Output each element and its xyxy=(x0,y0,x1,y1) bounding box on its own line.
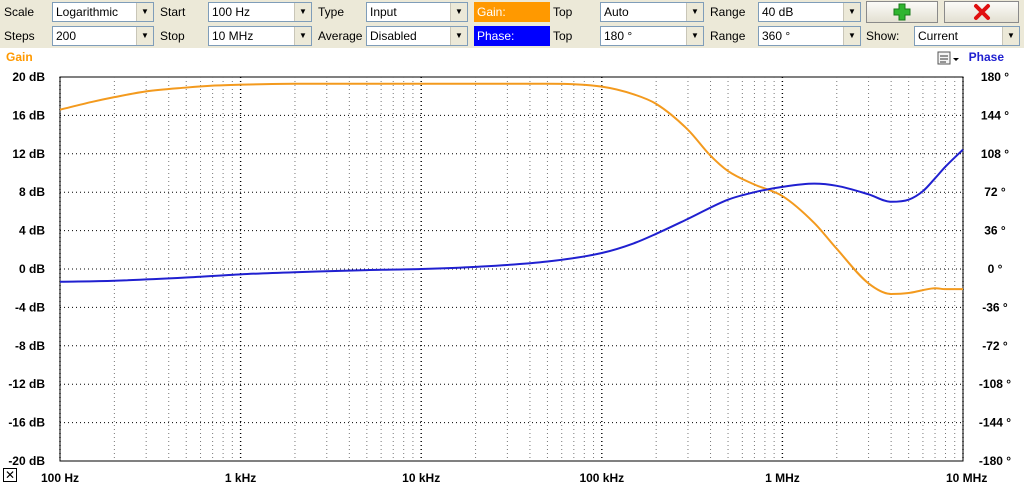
plot-svg[interactable]: Gain Phase 20 dB 16 dB 12 dB 8 dB 4 dB 0 dB -4… xyxy=(0,48,1024,490)
gain-axis-ticks: 20 dB 16 dB 12 dB 8 dB 4 dB 0 dB -4 dB -8 dB -12… xyxy=(8,70,45,468)
phase-tick-label: -180 ° xyxy=(979,454,1011,468)
plus-icon xyxy=(893,3,911,21)
gain-tick-label: -12 dB xyxy=(8,377,45,391)
gain-tick-label: -8 dB xyxy=(15,339,45,353)
phase-range-select[interactable]: 360 ° ▼ xyxy=(758,26,861,46)
gain-axis-label: Gain xyxy=(6,50,33,64)
gain-tick-label: 12 dB xyxy=(12,147,45,161)
options-menu-icon[interactable] xyxy=(937,51,959,65)
phase-top-select[interactable]: 180 ° ▼ xyxy=(600,26,704,46)
gain-tick-label: 20 dB xyxy=(12,70,45,84)
phase-tick-label: 0 ° xyxy=(988,262,1003,276)
chevron-down-icon[interactable]: ▼ xyxy=(136,27,153,45)
phase-tick-label: 144 ° xyxy=(981,108,1009,122)
phase-tick-label: -108 ° xyxy=(979,377,1011,391)
gain-tick-label: -4 dB xyxy=(15,300,45,314)
chevron-down-icon[interactable]: ▼ xyxy=(686,3,703,21)
gain-top-label: Top xyxy=(553,5,573,19)
x-icon xyxy=(973,4,990,20)
phase-tick-label: 180 ° xyxy=(981,70,1009,84)
chevron-down-icon[interactable]: ▼ xyxy=(1002,27,1019,45)
frequency-tick-label: 100 Hz xyxy=(41,471,79,485)
close-icon[interactable]: ✕ xyxy=(3,468,17,482)
gain-tick-label: 16 dB xyxy=(12,108,45,122)
show-label: Show: xyxy=(866,29,900,43)
phase-trace xyxy=(59,148,964,283)
average-select[interactable]: Disabled ▼ xyxy=(366,26,468,46)
phase-range-label: Range xyxy=(710,29,746,43)
frequency-tick-label: 1 kHz xyxy=(225,471,256,485)
scale-select[interactable]: Logarithmic ▼ xyxy=(52,2,154,22)
type-label: Type xyxy=(318,5,345,19)
stop-label: Stop xyxy=(160,29,185,43)
phase-tick-label: -36 ° xyxy=(982,300,1008,314)
gain-tick-label: 0 dB xyxy=(19,262,45,276)
frequency-tick-label: 1 MHz xyxy=(765,471,800,485)
gain-tick-label: -20 dB xyxy=(8,454,45,468)
chevron-down-icon[interactable]: ▼ xyxy=(136,3,153,21)
phase-tick-label: -144 ° xyxy=(979,416,1011,430)
frequency-tick-label: 10 MHz xyxy=(946,471,987,485)
gain-range-label: Range xyxy=(710,5,746,19)
phase-color-swatch[interactable]: Phase: xyxy=(474,26,550,46)
phase-tick-label: 108 ° xyxy=(981,147,1009,161)
frequency-tick-label: 10 kHz xyxy=(402,471,440,485)
type-select[interactable]: Input ▼ xyxy=(366,2,468,22)
gain-tick-label: 4 dB xyxy=(19,224,45,238)
phase-tick-label: -72 ° xyxy=(982,339,1008,353)
chevron-down-icon[interactable]: ▼ xyxy=(843,3,860,21)
phase-axis-label: Phase xyxy=(969,50,1005,64)
frequency-axis-ticks: 100 Hz 1 kHz 10 kHz 100 kHz 1 MHz 10 MHz xyxy=(41,471,987,485)
add-button[interactable] xyxy=(866,1,938,23)
stop-select[interactable]: 10 MHz ▼ xyxy=(208,26,312,46)
gain-top-select[interactable]: Auto ▼ xyxy=(600,2,704,22)
start-label: Start xyxy=(160,5,186,19)
grid xyxy=(59,76,964,462)
show-select[interactable]: Current ▼ xyxy=(914,26,1020,46)
phase-tick-label: 36 ° xyxy=(984,224,1006,238)
traces xyxy=(59,82,964,295)
gain-color-swatch[interactable]: Gain: xyxy=(474,2,550,22)
plot-frame xyxy=(59,76,964,462)
gain-range-select[interactable]: 40 dB ▼ xyxy=(758,2,861,22)
phase-axis-ticks: 180 ° 144 ° 108 ° 72 ° 36 ° 0 ° -36 ° -72 ° -108… xyxy=(979,70,1011,468)
frequency-tick-label: 100 kHz xyxy=(579,471,624,485)
scale-label: Scale xyxy=(4,5,35,19)
gain-tick-label: -16 dB xyxy=(8,416,45,430)
chevron-down-icon[interactable]: ▼ xyxy=(450,27,467,45)
chevron-down-icon[interactable]: ▼ xyxy=(294,27,311,45)
chevron-down-icon[interactable]: ▼ xyxy=(843,27,860,45)
delete-button[interactable] xyxy=(944,1,1019,23)
average-label: Average xyxy=(318,29,363,43)
chevron-down-icon[interactable]: ▼ xyxy=(686,27,703,45)
chevron-down-icon[interactable]: ▼ xyxy=(294,3,311,21)
phase-tick-label: 72 ° xyxy=(984,185,1006,199)
steps-select[interactable]: 200 ▼ xyxy=(52,26,154,46)
gain-tick-label: 8 dB xyxy=(19,185,45,199)
phase-top-label: Top xyxy=(553,29,573,43)
chevron-down-icon[interactable]: ▼ xyxy=(450,3,467,21)
steps-label: Steps xyxy=(4,29,35,43)
gain-trace xyxy=(59,82,963,295)
start-select[interactable]: 100 Hz ▼ xyxy=(208,2,312,22)
bode-plot[interactable]: Gain Phase 20 dB 16 dB 12 dB 8 dB 4 dB 0 dB -4… xyxy=(0,48,1024,490)
toolbar: Scale Logarithmic ▼ Start 100 Hz ▼ Type … xyxy=(0,0,1024,48)
